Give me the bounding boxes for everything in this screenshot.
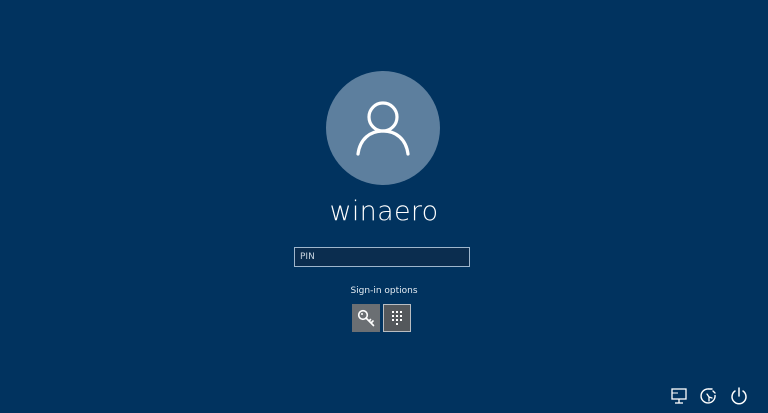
- ease-of-access-button[interactable]: [698, 385, 720, 407]
- password-sign-in-button[interactable]: [352, 304, 380, 332]
- power-button[interactable]: [728, 385, 750, 407]
- user-icon: [356, 101, 410, 156]
- user-name: winaero: [329, 196, 439, 227]
- pin-input[interactable]: [294, 247, 470, 267]
- lock-screen: winaero Sign-in options: [0, 0, 768, 413]
- keypad-icon: [392, 311, 402, 325]
- power-icon: [731, 387, 747, 405]
- network-button[interactable]: [668, 385, 690, 407]
- pin-sign-in-button[interactable]: [383, 304, 411, 332]
- ease-of-access-icon: [700, 388, 716, 404]
- network-icon: [671, 388, 687, 404]
- sign-in-options-label: Sign-in options: [350, 286, 418, 296]
- key-icon: [357, 309, 375, 327]
- user-avatar: [326, 71, 440, 185]
